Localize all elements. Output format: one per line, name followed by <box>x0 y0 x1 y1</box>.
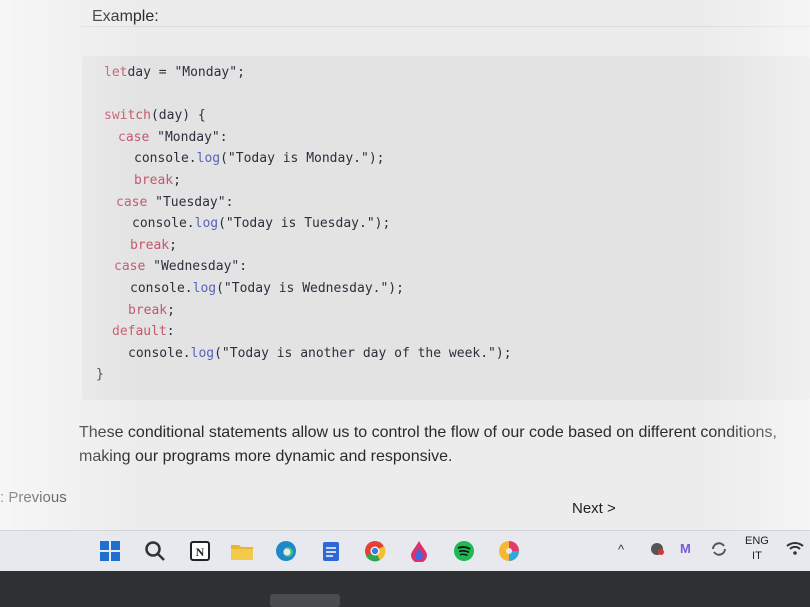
code-token: switch <box>104 108 151 124</box>
code-token: case <box>114 259 154 275</box>
tray-app-icon[interactable] <box>648 541 666 560</box>
color-app-icon[interactable] <box>497 539 521 563</box>
code-line: switch(day) { <box>104 108 206 123</box>
code-token: (day) { <box>150 108 206 124</box>
code-token: case <box>116 194 156 210</box>
edge-icon[interactable] <box>274 539 298 563</box>
code-line: case "Wednesday": <box>114 259 247 274</box>
code-token: ; <box>167 302 175 318</box>
code-line: console.log("Today is Wednesday."); <box>130 281 404 296</box>
code-line: break; <box>134 173 181 188</box>
wifi-icon[interactable] <box>786 541 804 558</box>
taskbar: N ^ M ENG IT <box>0 530 810 571</box>
code-token: : <box>219 129 228 145</box>
code-token: "Tuesday" <box>155 194 226 210</box>
file-explorer-icon[interactable] <box>230 539 254 563</box>
code-token: case <box>118 129 158 145</box>
code-line: default: <box>112 324 175 339</box>
code-token: : <box>225 194 234 210</box>
code-line: break; <box>128 303 175 318</box>
code-token: break <box>134 173 174 188</box>
code-line: case "Monday": <box>118 130 228 145</box>
windows-start-icon[interactable] <box>98 539 122 563</box>
keyboard-layout-label: IT <box>752 550 762 562</box>
notion-icon[interactable]: N <box>188 539 212 563</box>
code-line: console.log("Today is Monday."); <box>134 151 384 166</box>
code-token: let <box>104 65 128 80</box>
code-token: ; <box>237 65 245 80</box>
spotify-icon[interactable] <box>452 539 476 563</box>
code-token: day = <box>127 65 175 80</box>
code-token: ; <box>169 237 177 253</box>
language-label: ENG <box>745 535 769 547</box>
code-token: : <box>166 324 175 340</box>
code-token: "Monday" <box>157 129 220 145</box>
code-token: ("Today is Tuesday."); <box>218 216 391 232</box>
browser-page: Example: letday = "Monday"; switch(day) {… <box>0 0 810 530</box>
code-line: } <box>96 367 104 382</box>
code-token: } <box>96 367 104 383</box>
divider <box>80 26 810 27</box>
code-token: break <box>128 302 168 318</box>
tray-m-icon[interactable]: M <box>680 541 691 556</box>
code-token: console. <box>134 151 197 167</box>
explanation-paragraph: These conditional statements allow us to… <box>79 424 777 465</box>
example-heading: Example: <box>92 8 159 25</box>
code-token: default <box>112 324 167 340</box>
code-token: "Monday" <box>174 65 238 80</box>
code-token: console. <box>132 216 195 232</box>
tray-sync-icon[interactable] <box>710 541 728 560</box>
svg-text:N: N <box>196 545 205 559</box>
code-token: ("Today is Wednesday."); <box>216 281 404 296</box>
next-link[interactable]: Next > <box>572 500 616 517</box>
search-icon[interactable] <box>143 539 167 563</box>
code-line: letday = "Monday"; <box>104 65 245 80</box>
code-token: ; <box>173 173 181 188</box>
code-token: : <box>239 259 248 275</box>
code-token: break <box>130 237 170 253</box>
drop-app-icon[interactable] <box>407 539 431 563</box>
notepad-icon[interactable] <box>319 539 343 563</box>
code-block: letday = "Monday"; switch(day) { case "Mon… <box>82 56 810 400</box>
language-indicator[interactable]: ENG IT <box>745 534 769 564</box>
laptop-logo <box>270 594 340 607</box>
code-line: case "Tuesday": <box>116 195 233 210</box>
code-token: "Wednesday" <box>153 259 240 275</box>
code-token: log <box>190 345 215 361</box>
previous-link[interactable]: : Previous <box>0 489 67 506</box>
code-line: console.log("Today is Tuesday."); <box>132 216 390 231</box>
chrome-icon[interactable] <box>363 539 387 563</box>
code-line: console.log("Today is another day of the… <box>128 346 512 361</box>
code-token: console. <box>128 345 191 361</box>
code-line: break; <box>130 238 177 253</box>
laptop-bezel <box>0 571 810 607</box>
code-token: ("Today is another day of the week."); <box>214 345 512 361</box>
code-token: ("Today is Monday."); <box>220 151 385 167</box>
tray-overflow-chevron[interactable]: ^ <box>618 542 624 557</box>
code-token: log <box>192 281 217 296</box>
code-token: log <box>194 216 219 232</box>
code-token: console. <box>130 281 193 296</box>
code-token: log <box>196 151 221 167</box>
